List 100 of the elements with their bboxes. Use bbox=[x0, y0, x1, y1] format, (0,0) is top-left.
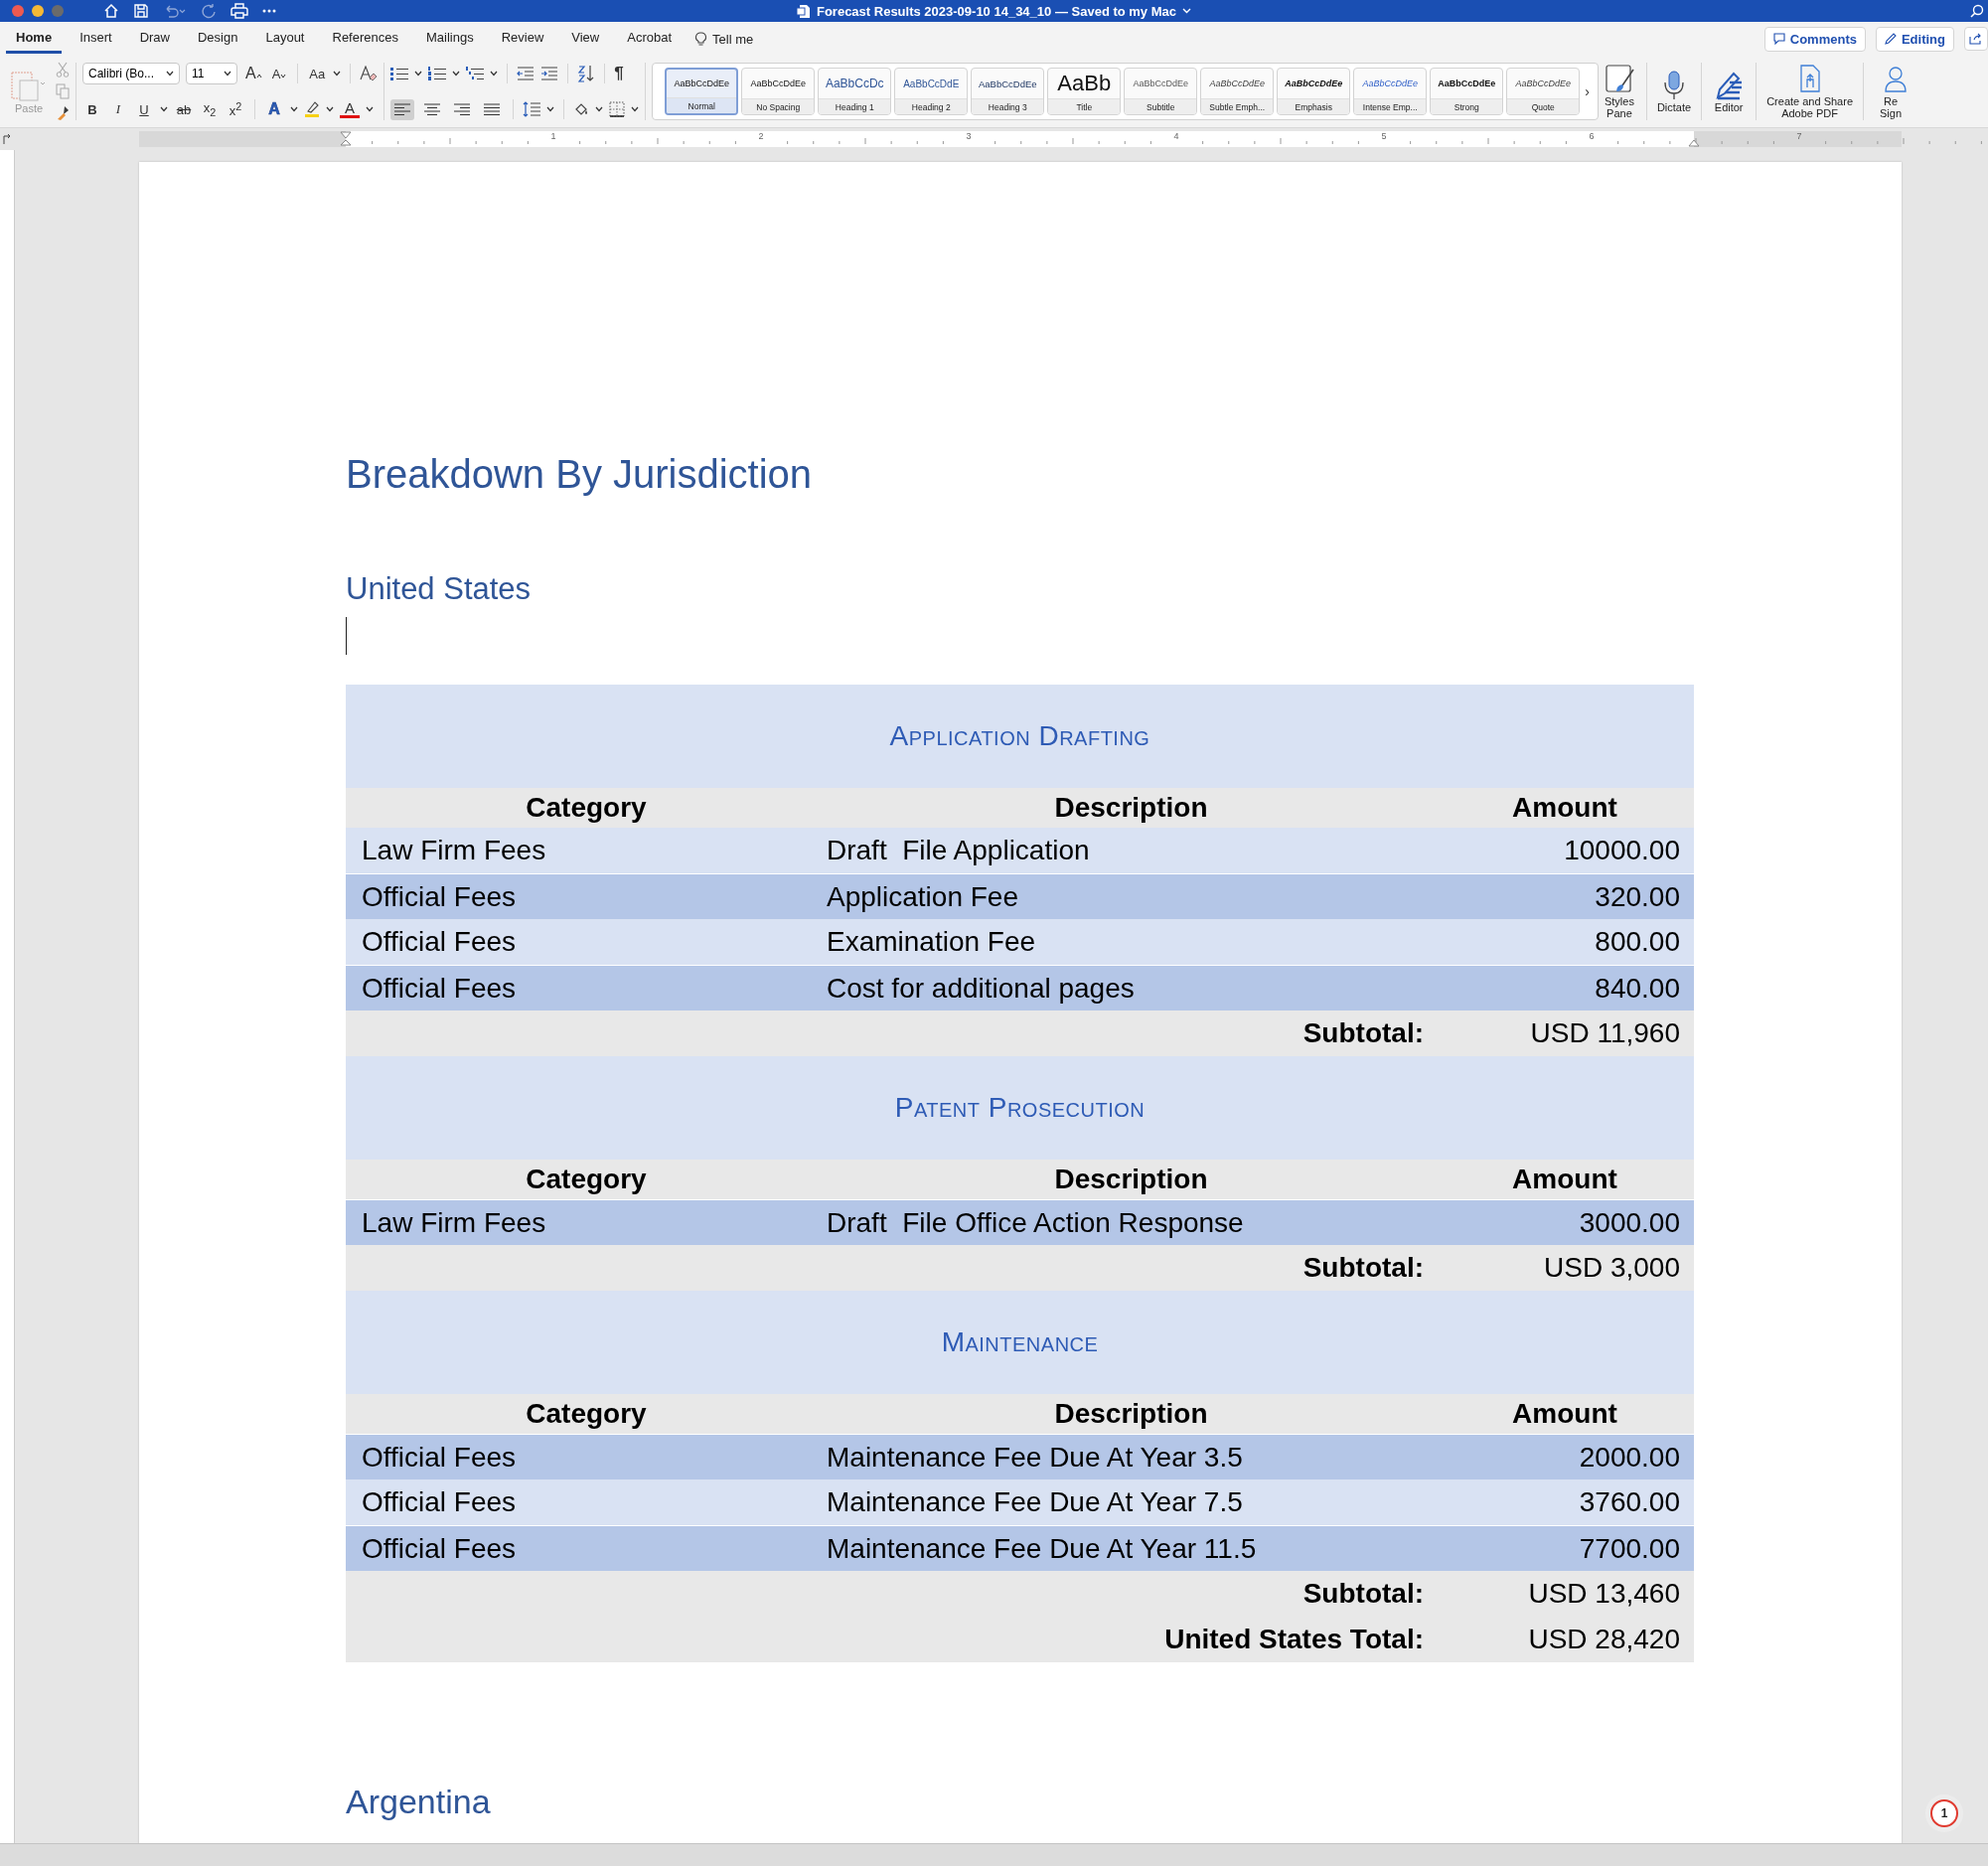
subtotal-value: USD 11,960 bbox=[1529, 1017, 1681, 1049]
column-header: Description bbox=[1053, 792, 1209, 824]
ribbon-tab[interactable]: Draw bbox=[129, 24, 180, 54]
styles-pane-button[interactable]: Styles Pane bbox=[1598, 64, 1640, 119]
pencil-icon bbox=[1884, 33, 1897, 45]
bullet-list-icon[interactable] bbox=[390, 67, 409, 80]
ruler-number: 6 bbox=[1589, 131, 1595, 141]
column-header: Category bbox=[525, 1398, 648, 1430]
ribbon-tab[interactable]: Review bbox=[491, 24, 554, 54]
chevron-down-icon[interactable] bbox=[166, 71, 174, 77]
column-header: Category bbox=[525, 792, 648, 824]
font-size-dropdown[interactable]: 11 bbox=[186, 63, 237, 84]
change-case-button[interactable]: Aa bbox=[307, 66, 328, 81]
superscript-button[interactable]: x$^{2}$ bbox=[226, 99, 245, 119]
style-option[interactable]: AaBbCcDdEe Intense Emp... bbox=[1353, 68, 1428, 115]
show-formatting-button[interactable]: ¶ bbox=[614, 64, 624, 83]
print-icon[interactable] bbox=[230, 3, 248, 19]
home-icon[interactable] bbox=[103, 3, 119, 19]
table-cell-text: Examination Fee bbox=[827, 926, 1037, 958]
lightbulb-icon bbox=[695, 31, 707, 47]
table-cell-text: Official Fees bbox=[361, 926, 518, 958]
table-cell-text: Law Firm Fees bbox=[361, 835, 547, 866]
format-painter-icon[interactable] bbox=[56, 105, 70, 121]
chevron-down-icon[interactable] bbox=[595, 106, 604, 112]
italic-button[interactable]: I bbox=[108, 101, 128, 117]
style-option[interactable]: AaBbCcDdEe Subtle Emph... bbox=[1200, 68, 1275, 115]
indent-marker-icon[interactable] bbox=[340, 131, 352, 149]
ribbon-tab[interactable]: View bbox=[561, 24, 610, 54]
decrease-indent-icon[interactable] bbox=[517, 67, 535, 80]
strikethrough-button[interactable]: ab bbox=[174, 101, 194, 117]
chevron-down-icon[interactable] bbox=[333, 71, 342, 77]
ribbon-tab[interactable]: Design bbox=[188, 24, 248, 54]
column-header: Amount bbox=[1511, 1164, 1618, 1195]
chevron-down-icon[interactable] bbox=[546, 106, 555, 112]
table-cell-text: 3760.00 bbox=[1578, 1486, 1681, 1518]
align-left-button[interactable] bbox=[390, 98, 415, 120]
window-title: Forecast Results 2023-09-10 14_34_10 — Saved to my Mac bbox=[816, 3, 1176, 19]
shading-icon[interactable] bbox=[573, 101, 590, 117]
style-option[interactable]: AaBbCcDdEe Emphasis bbox=[1277, 68, 1351, 115]
more-styles-button[interactable]: › bbox=[1583, 83, 1592, 99]
clear-formatting-icon[interactable] bbox=[360, 66, 379, 81]
tell-me-search[interactable]: Tell me bbox=[712, 31, 754, 47]
minimize-window-button[interactable] bbox=[32, 5, 44, 17]
search-icon[interactable] bbox=[1970, 4, 1984, 18]
ribbon-tab[interactable]: Mailings bbox=[416, 24, 484, 54]
font-name-dropdown[interactable]: Calibri (Bo... bbox=[82, 63, 180, 84]
editing-button[interactable]: Editing bbox=[1875, 26, 1954, 52]
text-effects-button[interactable]: A bbox=[264, 100, 284, 118]
caret-down-icon bbox=[280, 73, 287, 78]
style-option[interactable]: AaBbCcDdEe No Spacing bbox=[741, 68, 816, 115]
style-option[interactable]: AaBb Title bbox=[1047, 68, 1122, 115]
style-option[interactable]: AaBbCcDdEe Heading 3 bbox=[971, 68, 1045, 115]
ribbon-tab[interactable]: References bbox=[322, 24, 408, 54]
style-option[interactable]: AaBbCcDc Heading 1 bbox=[818, 68, 892, 115]
borders-icon[interactable] bbox=[609, 101, 626, 117]
chevron-down-icon[interactable] bbox=[490, 71, 499, 77]
table-cell-text: 840.00 bbox=[1594, 972, 1681, 1005]
chevron-down-icon[interactable] bbox=[326, 106, 334, 112]
multilevel-list-icon[interactable] bbox=[466, 67, 485, 80]
redo-icon[interactable] bbox=[201, 3, 217, 19]
font-color-button[interactable]: A bbox=[340, 100, 360, 118]
chevron-down-icon[interactable] bbox=[160, 106, 168, 112]
editor-button[interactable]: Editor bbox=[1708, 70, 1751, 113]
chevron-down-icon[interactable] bbox=[366, 106, 374, 112]
more-icon[interactable] bbox=[262, 9, 276, 13]
ribbon-tab[interactable]: Layout bbox=[255, 24, 315, 54]
share-button[interactable] bbox=[1964, 27, 1988, 51]
style-option[interactable]: AaBbCcDdEe Subtitle bbox=[1124, 68, 1198, 115]
grow-font-button[interactable]: A bbox=[243, 65, 264, 82]
increase-indent-icon[interactable] bbox=[540, 67, 559, 80]
dictate-button[interactable]: Dictate bbox=[1652, 70, 1696, 113]
shrink-font-button[interactable]: A bbox=[269, 66, 289, 81]
highlighter-icon[interactable] bbox=[304, 100, 320, 118]
style-option[interactable]: AaBbCcDdEe Strong bbox=[1430, 68, 1504, 115]
underline-button[interactable]: U bbox=[134, 101, 154, 117]
pdf-button[interactable]: Create and Share Adobe PDF bbox=[1762, 64, 1857, 119]
indent-marker-icon[interactable] bbox=[1688, 139, 1700, 147]
ribbon-tab[interactable]: Acrobat bbox=[617, 24, 683, 54]
subscript-button[interactable]: x$_{2}$ bbox=[200, 100, 220, 118]
save-icon[interactable] bbox=[133, 3, 149, 19]
chevron-down-icon[interactable] bbox=[224, 71, 231, 77]
chevron-down-icon[interactable] bbox=[631, 106, 640, 112]
table-cell-text: Law Firm Fees bbox=[361, 1206, 547, 1239]
sort-icon[interactable] bbox=[577, 65, 596, 82]
ribbon-tab[interactable]: Insert bbox=[70, 24, 122, 54]
caret-up-icon bbox=[255, 74, 262, 78]
style-option[interactable]: AaBbCcDdEe Quote bbox=[1506, 68, 1581, 115]
signature-button[interactable]: Re Sign bbox=[1870, 64, 1912, 119]
line-spacing-icon[interactable] bbox=[523, 101, 541, 117]
bold-button[interactable]: B bbox=[82, 101, 102, 117]
tab-selector-icon[interactable] bbox=[2, 134, 12, 144]
style-option[interactable]: AaBbCcDdEe Normal bbox=[665, 68, 739, 115]
chevron-down-icon[interactable] bbox=[290, 106, 298, 112]
numbered-list-icon[interactable] bbox=[428, 67, 447, 80]
ruler-number: 4 bbox=[1173, 131, 1179, 141]
table-cell-text: Maintenance Fee Due At Year 7.5 bbox=[827, 1486, 1244, 1518]
chevron-down-icon[interactable] bbox=[452, 71, 461, 77]
chevron-down-icon[interactable] bbox=[414, 71, 423, 77]
style-option[interactable]: AaBbCcDdE Heading 2 bbox=[894, 68, 969, 115]
comments-button[interactable]: Comments bbox=[1763, 26, 1866, 52]
